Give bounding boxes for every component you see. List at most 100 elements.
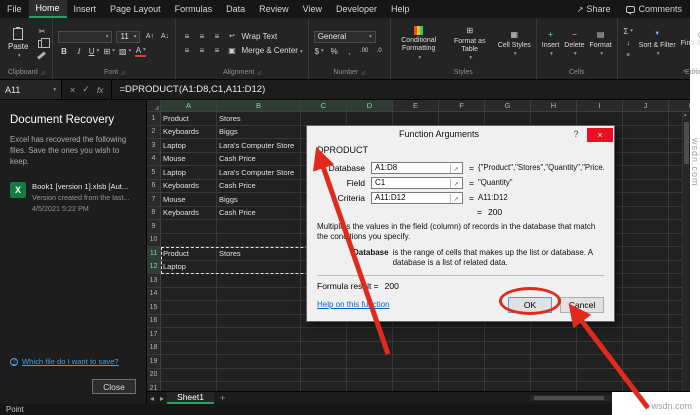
- cell-G20[interactable]: [485, 368, 531, 382]
- copy-button[interactable]: [36, 37, 51, 49]
- cell-A12[interactable]: Laptop: [161, 260, 217, 274]
- bold-button[interactable]: [58, 47, 69, 57]
- cell-J6[interactable]: [623, 179, 669, 193]
- dialog-help-button[interactable]: [565, 127, 587, 141]
- cell-A2[interactable]: Keyboards: [161, 125, 217, 139]
- cell-H1[interactable]: [531, 112, 577, 126]
- next-sheet-icon[interactable]: [157, 392, 167, 404]
- cancel-entry-icon[interactable]: [70, 85, 75, 95]
- cell-G21[interactable]: [485, 382, 531, 391]
- row-header-21[interactable]: 21: [147, 382, 161, 391]
- row-header-8[interactable]: 8: [147, 206, 161, 220]
- cell-A14[interactable]: [161, 287, 217, 301]
- fill-color-button[interactable]: [119, 47, 131, 57]
- accounting-format-icon[interactable]: [314, 47, 325, 57]
- cell-E21[interactable]: [393, 382, 439, 391]
- cell-B5[interactable]: Lara's Computer Store: [217, 166, 301, 180]
- increase-decimal-icon[interactable]: [359, 47, 370, 57]
- prev-sheet-icon[interactable]: [147, 392, 157, 404]
- cell-C20[interactable]: [301, 368, 347, 382]
- cell-J20[interactable]: [623, 368, 669, 382]
- cell-J16[interactable]: [623, 314, 669, 328]
- criteria-range-picker-button[interactable]: [450, 193, 461, 203]
- font-color-button[interactable]: [135, 47, 147, 57]
- ribbon-tab-page-layout[interactable]: Page Layout: [103, 0, 168, 18]
- cell-J11[interactable]: [623, 247, 669, 261]
- cell-B11[interactable]: Stores: [217, 247, 301, 261]
- font-size-combo[interactable]: 11: [116, 30, 141, 43]
- cut-icon[interactable]: [36, 27, 47, 37]
- fill-button[interactable]: [623, 39, 634, 49]
- new-sheet-button[interactable]: [214, 392, 231, 404]
- cell-F20[interactable]: [439, 368, 485, 382]
- wrap-text-icon[interactable]: [226, 32, 237, 42]
- cell-B3[interactable]: Lara's Computer Store: [217, 139, 301, 153]
- paste-button[interactable]: Paste: [5, 27, 31, 60]
- cell-J9[interactable]: [623, 220, 669, 234]
- percent-style-icon[interactable]: [329, 47, 340, 57]
- row-header-15[interactable]: 15: [147, 301, 161, 315]
- cell-E20[interactable]: [393, 368, 439, 382]
- cell-J17[interactable]: [623, 328, 669, 342]
- cell-C21[interactable]: [301, 382, 347, 391]
- cell-C17[interactable]: [301, 328, 347, 342]
- cell-A3[interactable]: Laptop: [161, 139, 217, 153]
- formula-input[interactable]: =DPRODUCT(A1:D8,C1,A11:D12): [112, 80, 690, 99]
- recovery-close-button[interactable]: Close: [92, 379, 136, 394]
- row-header-19[interactable]: 19: [147, 355, 161, 369]
- share-button[interactable]: Share: [569, 0, 619, 18]
- cell-B20[interactable]: [217, 368, 301, 382]
- field-input[interactable]: C1: [371, 176, 463, 189]
- cell-C18[interactable]: [301, 341, 347, 355]
- dialog-close-button[interactable]: [587, 127, 613, 142]
- cell-D21[interactable]: [347, 382, 393, 391]
- cell-B19[interactable]: [217, 355, 301, 369]
- cell-A5[interactable]: Laptop: [161, 166, 217, 180]
- font-name-combo[interactable]: [58, 30, 113, 43]
- cell-E1[interactable]: [393, 112, 439, 126]
- format-as-table-button[interactable]: Format as Table: [447, 26, 493, 61]
- shrink-font-icon[interactable]: [159, 32, 170, 42]
- borders-button[interactable]: [103, 47, 114, 57]
- help-on-function-link[interactable]: Help on this function: [317, 300, 390, 309]
- cell-J4[interactable]: [623, 152, 669, 166]
- cell-B10[interactable]: [217, 233, 301, 247]
- cell-styles-button[interactable]: Cell Styles: [498, 30, 531, 58]
- cell-F17[interactable]: [439, 328, 485, 342]
- row-header-18[interactable]: 18: [147, 341, 161, 355]
- cell-I19[interactable]: [577, 355, 623, 369]
- cell-A17[interactable]: [161, 328, 217, 342]
- cell-B9[interactable]: [217, 220, 301, 234]
- cell-J12[interactable]: [623, 260, 669, 274]
- ok-button[interactable]: OK: [508, 296, 552, 313]
- cell-D19[interactable]: [347, 355, 393, 369]
- cell-A13[interactable]: [161, 274, 217, 288]
- ribbon-tab-help[interactable]: Help: [384, 0, 417, 18]
- cell-J21[interactable]: [623, 382, 669, 391]
- italic-button[interactable]: [73, 47, 84, 57]
- cell-E19[interactable]: [393, 355, 439, 369]
- field-range-picker-button[interactable]: [450, 178, 461, 188]
- cell-G1[interactable]: [485, 112, 531, 126]
- sort-filter-button[interactable]: Sort & Filter: [639, 30, 676, 58]
- row-header-5[interactable]: 5: [147, 166, 161, 180]
- row-header-14[interactable]: 14: [147, 287, 161, 301]
- cell-D18[interactable]: [347, 341, 393, 355]
- merge-center-icon[interactable]: [226, 46, 237, 56]
- cell-B4[interactable]: Cash Price: [217, 152, 301, 166]
- cell-J18[interactable]: [623, 341, 669, 355]
- cell-J8[interactable]: [623, 206, 669, 220]
- cell-I1[interactable]: [577, 112, 623, 126]
- which-file-to-save-link[interactable]: Which file do I want to save?: [10, 357, 119, 366]
- collapse-ribbon-icon[interactable]: [683, 70, 686, 77]
- ribbon-tab-file[interactable]: File: [0, 0, 29, 18]
- database-range-picker-button[interactable]: [450, 163, 461, 173]
- cell-C19[interactable]: [301, 355, 347, 369]
- column-header-E[interactable]: E: [393, 100, 439, 112]
- row-header-10[interactable]: 10: [147, 233, 161, 247]
- cell-J5[interactable]: [623, 166, 669, 180]
- row-header-6[interactable]: 6: [147, 179, 161, 193]
- cell-A7[interactable]: Mouse: [161, 193, 217, 207]
- column-header-D[interactable]: D: [347, 100, 393, 112]
- format-painter-button[interactable]: [36, 51, 47, 61]
